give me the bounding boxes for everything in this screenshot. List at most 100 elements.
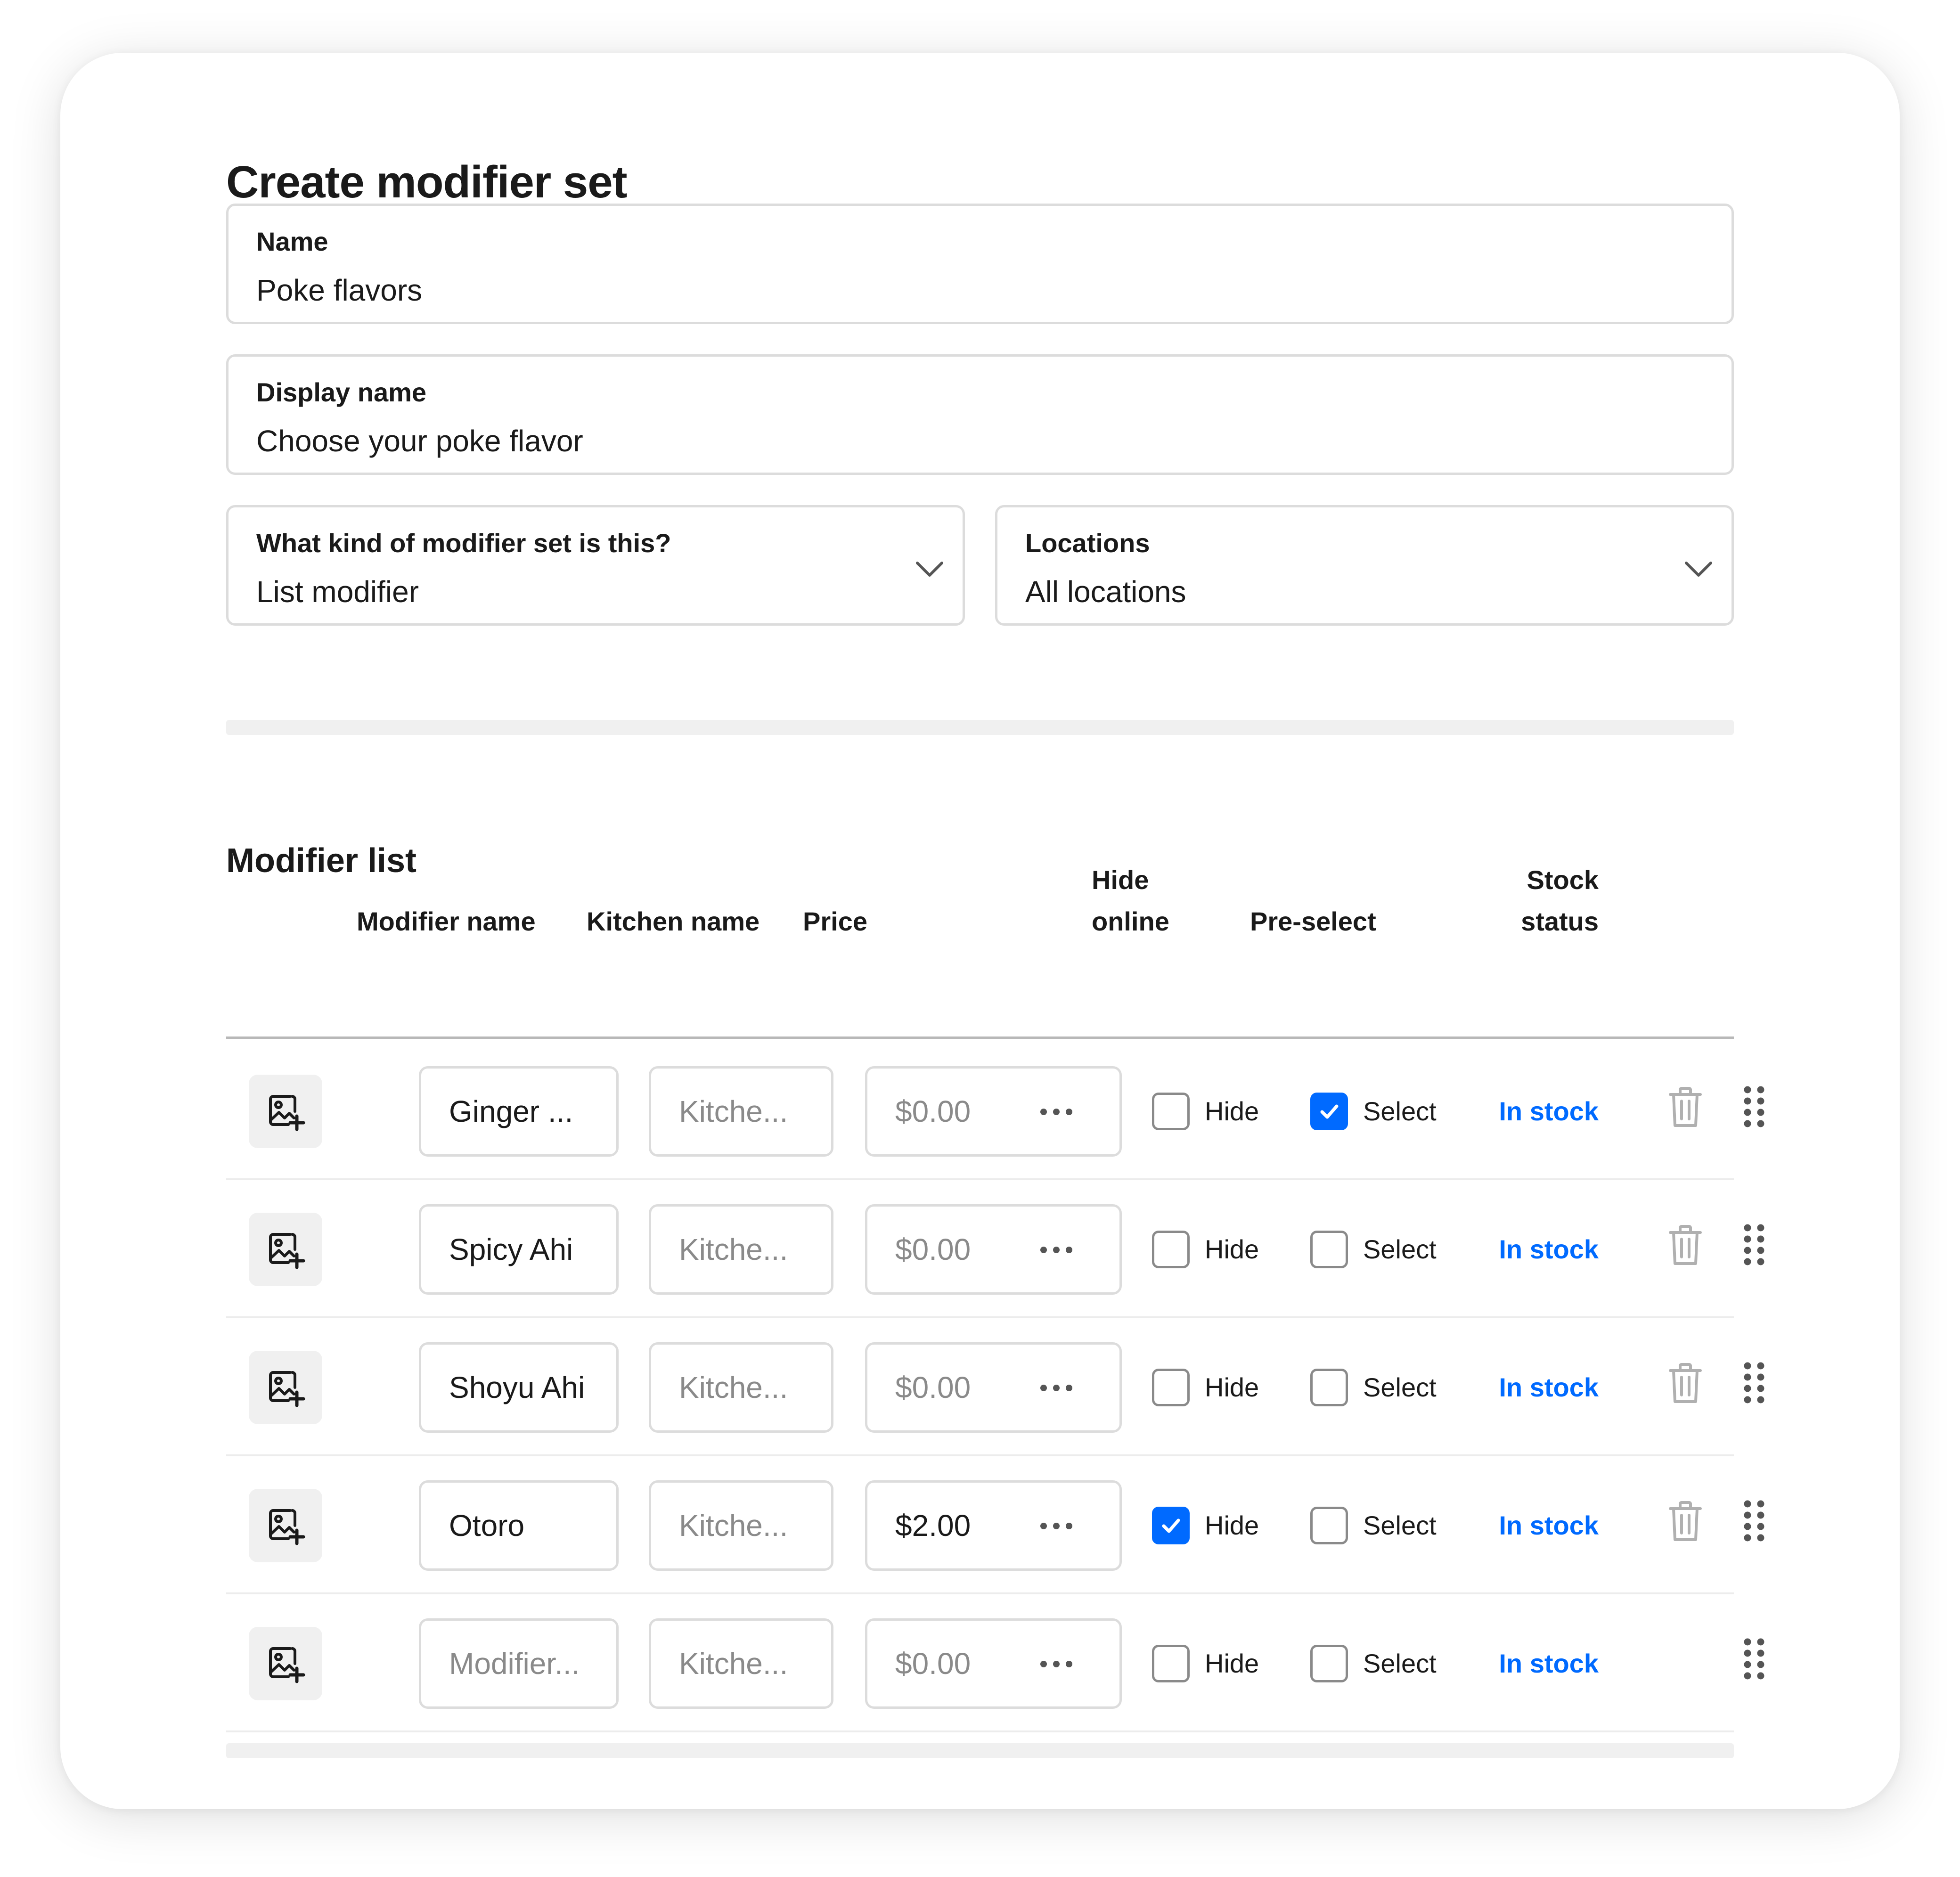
kitchen-name-input[interactable]: Kitche... [649, 1480, 833, 1571]
locations-label: Locations [1025, 528, 1150, 558]
table-row: Spicy Ahi Kitche... $0.00 Hide Select In stoc… [226, 1181, 1764, 1318]
hide-online-label: Hide [1205, 1648, 1259, 1678]
add-image-icon [269, 1647, 305, 1683]
add-image-button[interactable] [249, 1075, 322, 1148]
price-value: $2.00 [895, 1509, 971, 1542]
price-input[interactable]: $0.00 [865, 1204, 1122, 1295]
modifier-set-card: Create modifier set Name Poke flavors Di… [60, 53, 1900, 1809]
trash-icon[interactable] [1668, 1086, 1702, 1128]
section-divider [226, 1743, 1734, 1758]
more-horizontal-icon[interactable] [1040, 1109, 1072, 1115]
hide-online-checkbox[interactable] [1152, 1645, 1190, 1682]
modifier-name-input[interactable]: Otoro [419, 1480, 619, 1571]
hide-online-checkbox[interactable] [1152, 1369, 1190, 1406]
hide-online-label: Hide [1205, 1510, 1259, 1540]
add-image-button[interactable] [249, 1213, 322, 1286]
column-header-hide-online: Hide online [1092, 859, 1169, 942]
modifier-name-input[interactable]: Shoyu Ahi [419, 1342, 619, 1433]
locations-select[interactable]: Locations All locations [995, 505, 1734, 626]
add-image-button[interactable] [249, 1351, 322, 1424]
drag-handle-icon[interactable] [1744, 1224, 1764, 1265]
kitchen-name-input[interactable]: Kitche... [649, 1204, 833, 1295]
name-field-value[interactable]: Poke flavors [256, 269, 422, 311]
display-name-field[interactable]: Display name Choose your poke flavor [226, 354, 1734, 475]
stock-status-link[interactable]: In stock [1423, 1228, 1599, 1271]
more-horizontal-icon[interactable] [1040, 1247, 1072, 1253]
column-header-stock-status: Stock status [1423, 859, 1599, 942]
display-name-field-value[interactable]: Choose your poke flavor [256, 420, 583, 462]
column-header-hide-online-line2: online [1092, 906, 1169, 936]
add-image-button[interactable] [249, 1489, 322, 1562]
column-header-modifier-name: Modifier name [357, 906, 536, 936]
chevron-down-icon [1685, 562, 1712, 577]
trash-icon[interactable] [1668, 1362, 1702, 1404]
price-value: $0.00 [895, 1094, 971, 1128]
add-image-icon [269, 1233, 305, 1269]
column-header-kitchen-name: Kitchen name [587, 906, 760, 936]
hide-online-checkbox[interactable] [1152, 1231, 1190, 1268]
hide-online-checkbox[interactable] [1152, 1507, 1190, 1544]
column-header-stock-status-line1: Stock [1527, 865, 1599, 895]
table-row: Shoyu Ahi Kitche... $0.00 Hide Select In stoc… [226, 1319, 1764, 1456]
check-icon [1320, 1104, 1339, 1119]
kitchen-name-input[interactable]: Kitche... [649, 1618, 833, 1709]
price-input[interactable]: $2.00 [865, 1480, 1122, 1571]
modifier-name-input[interactable]: Modifier... [419, 1618, 619, 1709]
column-header-price: Price [803, 906, 867, 936]
price-value: $0.00 [895, 1232, 971, 1266]
column-header-hide-online-line1: Hide [1092, 865, 1149, 895]
stock-status-link[interactable]: In stock [1423, 1504, 1599, 1547]
pre-select-checkbox[interactable] [1310, 1369, 1348, 1406]
more-horizontal-icon[interactable] [1040, 1523, 1072, 1529]
modifier-kind-label: What kind of modifier set is this? [256, 528, 671, 558]
table-header-rule [226, 1036, 1734, 1039]
trash-icon[interactable] [1668, 1224, 1702, 1266]
drag-handle-icon[interactable] [1744, 1500, 1764, 1542]
modifier-kind-value: List modifier [256, 575, 419, 609]
hide-online-label: Hide [1205, 1372, 1259, 1402]
pre-select-checkbox[interactable] [1310, 1645, 1348, 1682]
stock-status-link[interactable]: In stock [1423, 1366, 1599, 1409]
stock-status-link[interactable]: In stock [1423, 1642, 1599, 1685]
modifier-list-title: Modifier list [226, 842, 417, 880]
add-image-button[interactable] [249, 1627, 322, 1700]
drag-handle-icon[interactable] [1744, 1086, 1764, 1127]
table-row: Modifier... Kitche... $0.00 Hide Select In st… [226, 1595, 1764, 1732]
more-horizontal-icon[interactable] [1040, 1385, 1072, 1391]
modifier-name-input[interactable]: Spicy Ahi [419, 1204, 619, 1295]
table-row: Otoro Kitche... $2.00 Hide Select In stock [226, 1457, 1764, 1594]
trash-icon[interactable] [1668, 1500, 1702, 1542]
column-header-stock-status-line2: status [1521, 906, 1599, 936]
hide-online-label: Hide [1205, 1234, 1259, 1264]
drag-handle-icon[interactable] [1744, 1362, 1764, 1404]
price-value: $0.00 [895, 1371, 971, 1404]
price-value: $0.00 [895, 1647, 971, 1681]
section-divider [226, 720, 1734, 735]
drag-handle-icon[interactable] [1744, 1638, 1764, 1680]
modifier-kind-select[interactable]: What kind of modifier set is this? List … [226, 505, 965, 626]
hide-online-label: Hide [1205, 1096, 1259, 1126]
check-icon [1162, 1518, 1180, 1533]
add-image-icon [269, 1095, 305, 1131]
more-horizontal-icon[interactable] [1040, 1661, 1072, 1667]
display-name-field-label: Display name [256, 377, 427, 407]
add-image-icon [269, 1509, 305, 1545]
kitchen-name-input[interactable]: Kitche... [649, 1066, 833, 1157]
price-input[interactable]: $0.00 [865, 1618, 1122, 1709]
locations-value: All locations [1025, 575, 1186, 609]
name-field-label: Name [256, 227, 328, 256]
pre-select-checkbox[interactable] [1310, 1231, 1348, 1268]
table-row: Ginger ... Kitche... $0.00 Hide Select In sto… [226, 1043, 1764, 1180]
name-field[interactable]: Name Poke flavors [226, 204, 1734, 324]
kitchen-name-input[interactable]: Kitche... [649, 1342, 833, 1433]
column-header-pre-select: Pre-select [1250, 906, 1376, 936]
add-image-icon [269, 1371, 305, 1407]
hide-online-checkbox[interactable] [1152, 1093, 1190, 1130]
pre-select-checkbox[interactable] [1310, 1093, 1348, 1130]
pre-select-checkbox[interactable] [1310, 1507, 1348, 1544]
modifier-name-input[interactable]: Ginger ... [419, 1066, 619, 1157]
chevron-down-icon [916, 562, 943, 577]
stock-status-link[interactable]: In stock [1423, 1090, 1599, 1133]
price-input[interactable]: $0.00 [865, 1342, 1122, 1433]
price-input[interactable]: $0.00 [865, 1066, 1122, 1157]
